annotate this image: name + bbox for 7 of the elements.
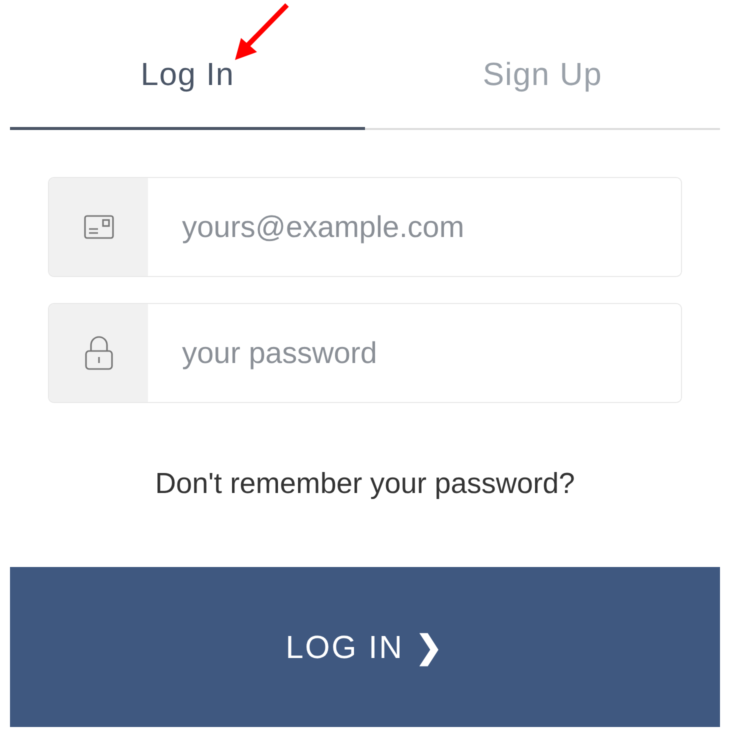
input-field[interactable]: your password [48, 303, 682, 403]
forgot-password-link[interactable]: Don't remember your password? [155, 463, 575, 506]
annotation-arrow [233, 2, 291, 62]
input-field[interactable]: yours@example.com [48, 177, 682, 277]
lock-icon [84, 336, 112, 370]
envelope-icon [84, 215, 114, 239]
login-button[interactable]: LOG IN ❯ [10, 566, 720, 726]
